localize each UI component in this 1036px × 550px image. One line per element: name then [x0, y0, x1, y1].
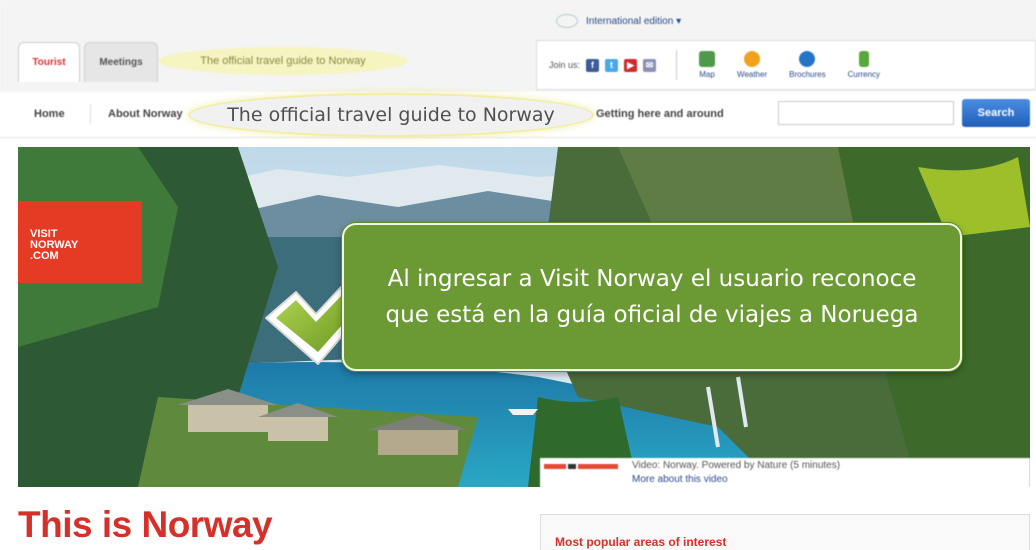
video-caption: Video: Norway. Powered by Nature (5 minu…: [540, 458, 1030, 490]
map-icon: [699, 51, 716, 67]
youtube-icon[interactable]: ▶: [624, 58, 638, 72]
search-button[interactable]: Search: [962, 99, 1030, 127]
tool-map[interactable]: Map: [699, 51, 716, 79]
globe-icon: [556, 14, 578, 28]
popular-areas-panel: Most popular areas of interest: [540, 514, 1030, 550]
nav-item-home[interactable]: Home: [34, 108, 65, 120]
nav-divider: [90, 104, 91, 124]
video-title: Video: Norway. Powered by Nature (5 minu…: [632, 460, 841, 471]
tool-currency[interactable]: Currency: [848, 51, 880, 79]
tool-brochures[interactable]: Brochures: [789, 51, 826, 79]
page-heading: This is Norway: [18, 504, 273, 545]
tagline-highlight-small: The official travel guide to Norway: [158, 47, 408, 75]
callout-text: Al ingresar a Visit Norway el usuario re…: [385, 266, 919, 328]
tool-bar: Join us: f t ▶ ✉ Map Weather Brochures C…: [536, 40, 1036, 90]
facebook-icon[interactable]: f: [586, 58, 600, 72]
divider: [676, 50, 678, 80]
nav-item-about-norway[interactable]: About Norway: [108, 108, 183, 120]
weather-icon: [744, 51, 761, 67]
video-progress[interactable]: [544, 464, 618, 469]
join-us-label: Join us:: [549, 60, 581, 70]
top-bar: International edition ▾ Tourist Meetings…: [0, 0, 1036, 92]
tool-weather[interactable]: Weather: [737, 51, 767, 79]
brochures-icon: [799, 51, 816, 67]
popular-areas-title: Most popular areas of interest: [555, 535, 727, 549]
video-more-link[interactable]: More about this video: [632, 474, 728, 485]
tab-tourist[interactable]: Tourist: [18, 42, 80, 82]
edition-selector[interactable]: International edition ▾: [556, 14, 681, 28]
annotation-callout: Al ingresar a Visit Norway el usuario re…: [342, 223, 962, 371]
edition-label[interactable]: International edition ▾: [586, 16, 681, 27]
search-input[interactable]: [778, 101, 954, 125]
tab-meetings[interactable]: Meetings: [84, 42, 158, 82]
twitter-icon[interactable]: t: [605, 58, 619, 72]
tagline-highlight: The official travel guide to Norway: [188, 93, 594, 137]
visit-norway-logo[interactable]: VISIT NORWAY .COM: [18, 201, 142, 283]
nav-item-getting-here[interactable]: Getting here and around: [596, 108, 724, 120]
email-icon[interactable]: ✉: [643, 58, 657, 72]
currency-icon: [858, 51, 869, 67]
